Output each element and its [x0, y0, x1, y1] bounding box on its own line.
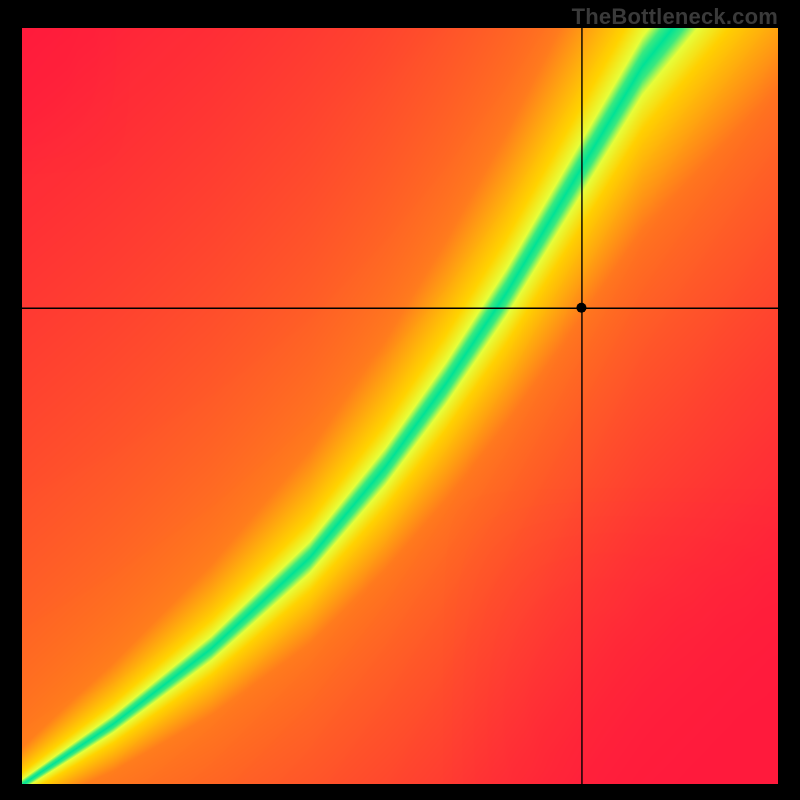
bottleneck-heatmap [22, 28, 778, 784]
chart-container: TheBottleneck.com [0, 0, 800, 800]
watermark-text: TheBottleneck.com [572, 4, 778, 30]
